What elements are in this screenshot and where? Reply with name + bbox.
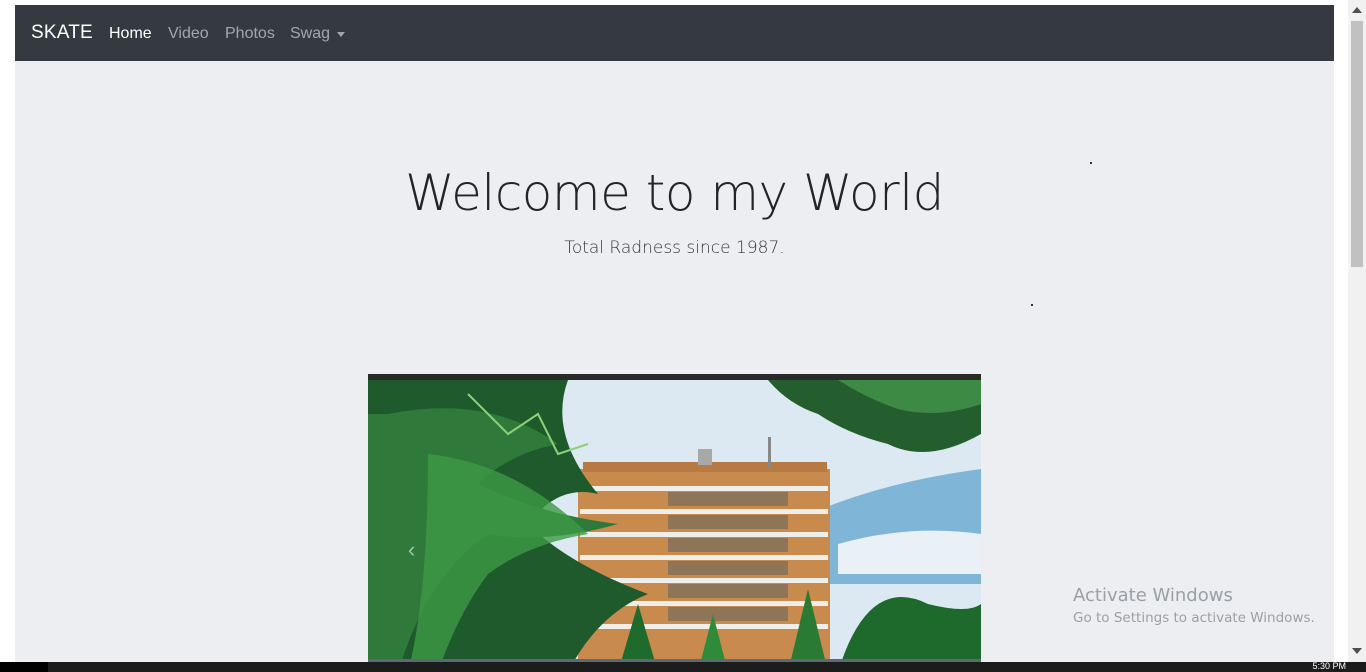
nav-link-video[interactable]: Video [168,24,209,44]
watermark-subtitle: Go to Settings to activate Windows. [1073,610,1315,626]
nav-link-swag[interactable]: Swag [290,24,330,44]
chevron-down-icon[interactable] [337,32,345,37]
jumbotron: Welcome to my World Total Radness since … [15,61,1334,672]
activate-windows-watermark: Activate Windows Go to Settings to activ… [1073,585,1315,628]
taskbar: 5:30 PM [0,662,1366,672]
scroll-up-icon[interactable] [1352,7,1362,13]
stray-dot [1031,304,1033,306]
page-title: Welcome to my World [405,164,944,222]
carousel[interactable]: ‹ [368,374,981,672]
nav-link-photos[interactable]: Photos [225,24,275,44]
navbar: SKATE Home Video Photos Swag [15,5,1334,61]
carousel-image [368,374,981,672]
navbar-brand[interactable]: SKATE [31,22,93,44]
page-subtitle: Total Radness since 1987. [564,238,785,258]
vertical-scrollbar[interactable] [1348,0,1366,662]
watermark-title: Activate Windows [1073,585,1233,606]
nav-link-home[interactable]: Home [109,24,152,44]
scroll-down-icon[interactable] [1352,648,1362,654]
stray-dot [1090,162,1092,164]
scroll-thumb[interactable] [1351,21,1363,267]
start-button[interactable] [0,662,48,672]
browser-viewport: SKATE Home Video Photos Swag Welcome to … [0,0,1366,672]
carousel-prev-button[interactable]: ‹ [408,539,415,561]
tray-clock[interactable]: 5:30 PM [1312,662,1346,671]
